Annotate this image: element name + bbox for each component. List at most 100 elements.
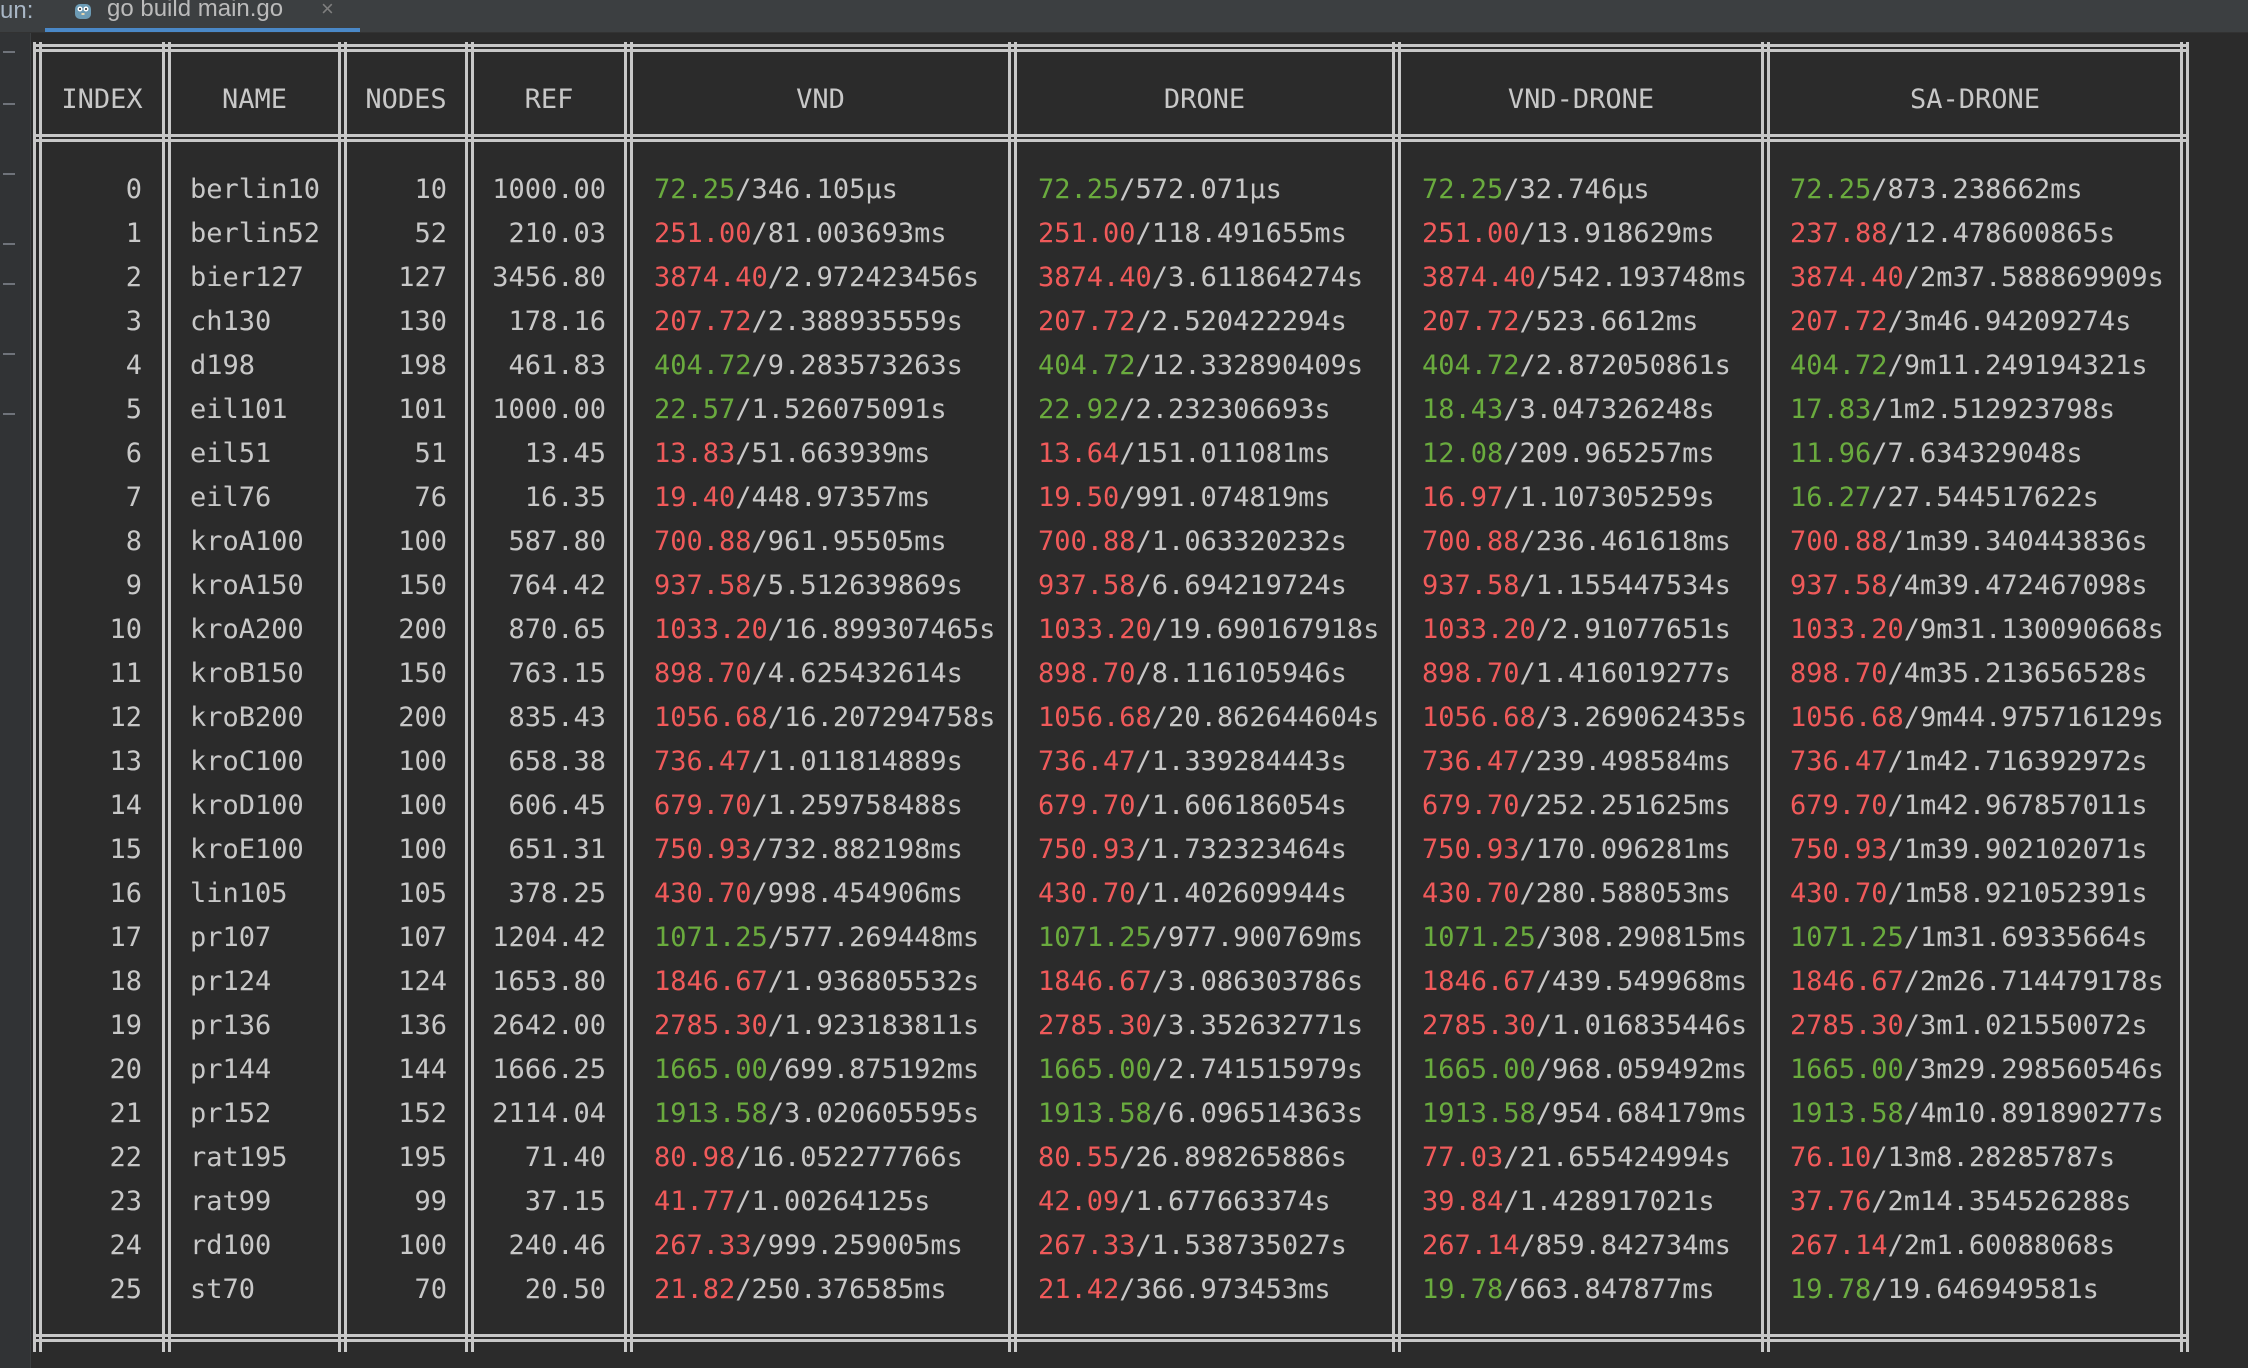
vnd-cell: 700.88/961.95505ms: [654, 520, 947, 564]
nodes-cell: 150: [398, 570, 447, 601]
runtime-value: /8.116105946s: [1135, 658, 1347, 689]
vnd-cell: 1056.68/16.207294758s: [654, 696, 995, 740]
ref-cell: 178.16: [508, 306, 606, 337]
tab-go-build-main[interactable]: go build main.go ×: [45, 0, 360, 32]
runtime-value: /1.936805532s: [767, 966, 980, 997]
runtime-value: /16.899307465s: [767, 614, 996, 645]
vnd-drone-cell: 2785.30/1.016835446s: [1422, 1004, 1747, 1048]
name-cell: eil76: [190, 482, 272, 513]
runtime-value: /21.655424994s: [1503, 1142, 1731, 1173]
drone-cell: 679.70/1.606186054s: [1038, 784, 1347, 828]
cost-value: 430.70: [1790, 878, 1888, 909]
runtime-value: /27.544517622s: [1871, 482, 2099, 513]
vnd-drone-cell: 1056.68/3.269062435s: [1422, 696, 1747, 740]
vnd-cell: 430.70/998.454906ms: [654, 872, 963, 916]
rerun-icon[interactable]: [3, 51, 15, 61]
run-toolbar: un: go build main.go ×: [0, 0, 2248, 33]
runtime-value: /209.965257ms: [1503, 438, 1715, 469]
runtime-value: /3.086303786s: [1151, 966, 1364, 997]
name-cell: d198: [190, 350, 256, 381]
nodes-cell: 101: [398, 394, 447, 425]
cost-value: 16.97: [1422, 482, 1504, 513]
header-name: NAME: [221, 84, 288, 115]
cost-value: 1913.58: [654, 1098, 768, 1129]
index-cell: 24: [109, 1230, 142, 1261]
table-row: 3 ch130 130 178.16 207.72/2.388935559s 207.72…: [0, 300, 2248, 344]
runtime-value: /968.059492ms: [1535, 1054, 1748, 1085]
vnd-drone-cell: 72.25/32.746µs: [1422, 168, 1650, 212]
runtime-value: /2.520422294s: [1135, 306, 1347, 337]
runtime-value: /3m1.021550072s: [1903, 1010, 2148, 1041]
header-index: INDEX: [61, 84, 143, 115]
cost-value: 750.93: [1422, 834, 1520, 865]
cost-value: 77.03: [1422, 1142, 1504, 1173]
cost-value: 736.47: [1422, 746, 1520, 777]
vnd-drone-cell: 1033.20/2.91077651s: [1422, 608, 1731, 652]
runtime-value: /1m31.69335664s: [1903, 922, 2148, 953]
drone-cell: 22.92/2.232306693s: [1038, 388, 1331, 432]
table-row: 0 berlin10 10 1000.00 72.25/346.105µs 72.25/5…: [0, 168, 2248, 212]
index-cell: 17: [109, 922, 142, 953]
close-icon[interactable]: ×: [321, 0, 334, 20]
header-vnd-drone: VND-DRONE: [1507, 84, 1655, 115]
drone-cell: 251.00/118.491655ms: [1038, 212, 1347, 256]
drone-cell: 207.72/2.520422294s: [1038, 300, 1347, 344]
table-row: 24 rd100 100 240.46 267.33/999.259005ms 267.3…: [0, 1224, 2248, 1268]
index-cell: 0: [125, 174, 142, 205]
vnd-drone-cell: 77.03/21.655424994s: [1422, 1136, 1731, 1180]
cost-value: 736.47: [1790, 746, 1888, 777]
cost-value: 19.40: [654, 482, 736, 513]
sa-drone-cell: 1665.00/3m29.298560546s: [1790, 1048, 2164, 1092]
cost-value: 80.98: [654, 1142, 736, 1173]
sa-drone-cell: 1913.58/4m10.891890277s: [1790, 1092, 2164, 1136]
index-cell: 10: [109, 614, 142, 645]
drone-cell: 1913.58/6.096514363s: [1038, 1092, 1363, 1136]
vnd-cell: 251.00/81.003693ms: [654, 212, 947, 256]
table-row: 8 kroA100 100 587.80 700.88/961.95505ms 700.8…: [0, 520, 2248, 564]
ref-cell: 658.38: [508, 746, 606, 777]
table-row: 6 eil51 51 13.45 13.83/51.663939ms 13.64/151.…: [0, 432, 2248, 476]
runtime-value: /1.402609944s: [1135, 878, 1347, 909]
ref-cell: 1653.80: [492, 966, 606, 997]
ref-cell: 763.15: [508, 658, 606, 689]
ref-cell: 461.83: [508, 350, 606, 381]
runtime-value: /13.918629ms: [1519, 218, 1715, 249]
runtime-value: /1.923183811s: [767, 1010, 980, 1041]
cost-value: 1033.20: [1790, 614, 1904, 645]
cost-value: 2785.30: [1790, 1010, 1904, 1041]
index-cell: 8: [125, 526, 142, 557]
sa-drone-cell: 3874.40/2m37.588869909s: [1790, 256, 2164, 300]
cost-value: 76.10: [1790, 1142, 1872, 1173]
table-row: 15 kroE100 100 651.31 750.93/732.882198ms 750…: [0, 828, 2248, 872]
name-cell: pr152: [190, 1098, 272, 1129]
vnd-drone-cell: 18.43/3.047326248s: [1422, 388, 1715, 432]
cost-value: 72.25: [1790, 174, 1872, 205]
runtime-value: /2.741515979s: [1151, 1054, 1364, 1085]
vnd-cell: 267.33/999.259005ms: [654, 1224, 963, 1268]
runtime-value: /9m11.249194321s: [1887, 350, 2148, 381]
drone-cell: 1056.68/20.862644604s: [1038, 696, 1379, 740]
runtime-value: /19.690167918s: [1151, 614, 1380, 645]
index-cell: 5: [125, 394, 142, 425]
stop-icon[interactable]: [3, 103, 15, 113]
runtime-value: /252.251625ms: [1519, 790, 1731, 821]
runtime-value: /6.694219724s: [1135, 570, 1347, 601]
sa-drone-cell: 11.96/7.634329048s: [1790, 432, 2083, 476]
nodes-cell: 150: [398, 658, 447, 689]
cost-value: 750.93: [1790, 834, 1888, 865]
runtime-value: /873.238662ms: [1871, 174, 2083, 205]
cost-value: 17.83: [1790, 394, 1872, 425]
nodes-cell: 99: [414, 1186, 447, 1217]
name-cell: ch130: [190, 306, 272, 337]
name-cell: kroB150: [190, 658, 304, 689]
vnd-drone-cell: 898.70/1.416019277s: [1422, 652, 1731, 696]
vnd-drone-cell: 430.70/280.588053ms: [1422, 872, 1731, 916]
runtime-value: /3.352632771s: [1151, 1010, 1364, 1041]
nodes-cell: 130: [398, 306, 447, 337]
table-row: 10 kroA200 200 870.65 1033.20/16.899307465s 1…: [0, 608, 2248, 652]
cost-value: 679.70: [1422, 790, 1520, 821]
cost-value: 18.43: [1422, 394, 1504, 425]
cost-value: 11.96: [1790, 438, 1872, 469]
index-cell: 9: [125, 570, 142, 601]
runtime-value: /19.646949581s: [1871, 1274, 2099, 1305]
